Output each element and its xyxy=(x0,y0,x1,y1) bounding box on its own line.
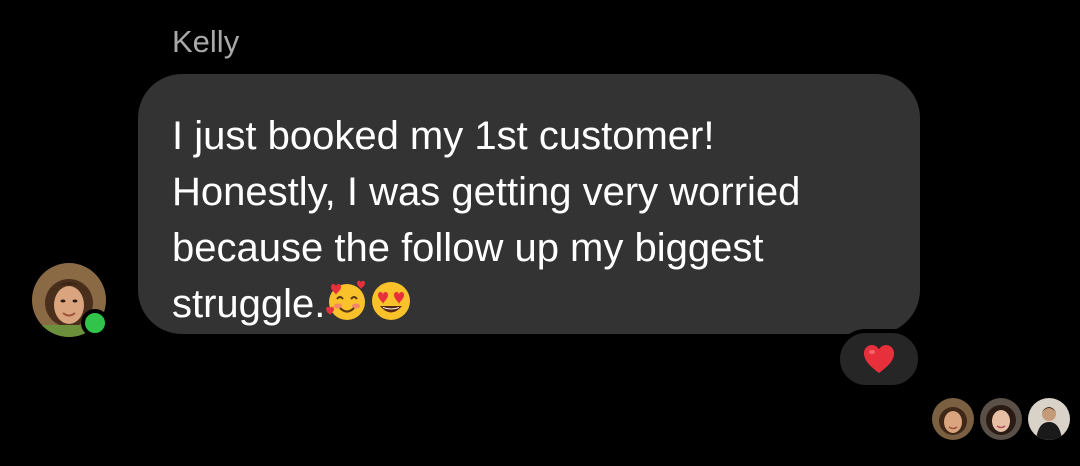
heart-eyes-emoji-icon xyxy=(372,282,411,320)
smiling-face-with-hearts-emoji-icon xyxy=(326,280,366,320)
seen-avatar[interactable] xyxy=(1028,398,1070,440)
message-bubble[interactable]: I just booked my 1st customer! Honestly,… xyxy=(138,74,920,334)
seen-avatar[interactable] xyxy=(980,398,1022,440)
seen-avatar-photo-2 xyxy=(980,398,1022,440)
seen-avatar-photo-3 xyxy=(1028,398,1070,440)
message-line-1: I just booked my 1st customer! xyxy=(172,114,715,158)
seen-avatar[interactable] xyxy=(932,398,974,440)
message-line-4: struggle. xyxy=(172,282,326,326)
seen-by-row xyxy=(932,398,1070,440)
online-status-indicator xyxy=(81,309,109,337)
reaction-badge[interactable] xyxy=(836,329,922,389)
message-text: I just booked my 1st customer! Honestly,… xyxy=(172,108,890,332)
sender-name: Kelly xyxy=(172,24,240,59)
message-line-2: Honestly, I was getting very worried xyxy=(172,170,801,214)
message-line-3: because the follow up my biggest xyxy=(172,226,764,270)
seen-avatar-photo-1 xyxy=(932,398,974,440)
red-heart-icon xyxy=(864,345,894,373)
